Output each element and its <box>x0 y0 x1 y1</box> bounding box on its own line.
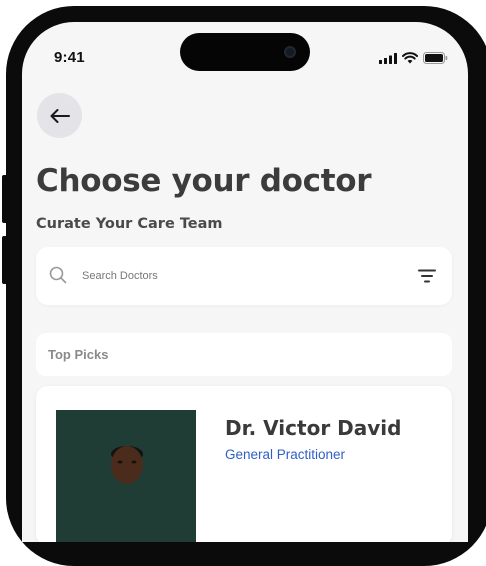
status-icons <box>379 52 448 64</box>
side-button <box>2 175 8 223</box>
app-screen: 9:41 Choose your doctor Curate Your Care… <box>22 22 468 542</box>
doctor-card[interactable]: Dr. Victor David General Practitioner <box>36 386 452 542</box>
page-title: Choose your doctor <box>36 163 372 199</box>
top-picks-section: Top Picks <box>36 333 452 376</box>
signal-icon <box>379 52 397 64</box>
doctor-portrait-image <box>56 410 196 542</box>
doctor-name: Dr. Victor David <box>225 416 402 440</box>
side-button <box>2 236 8 284</box>
wifi-icon <box>402 52 418 64</box>
search-bar[interactable]: Search Doctors <box>36 247 452 305</box>
doctor-photo <box>56 410 196 542</box>
filter-icon[interactable] <box>418 269 436 283</box>
search-input[interactable]: Search Doctors <box>82 270 158 282</box>
page-subtitle: Curate Your Care Team <box>36 216 223 232</box>
status-time: 9:41 <box>54 49 85 66</box>
back-arrow-icon <box>50 108 70 123</box>
top-picks-label: Top Picks <box>48 347 109 362</box>
dynamic-island <box>180 33 310 71</box>
camera-icon <box>284 46 296 58</box>
back-button[interactable] <box>37 93 82 138</box>
search-icon <box>49 266 67 284</box>
battery-icon <box>423 52 448 64</box>
doctor-specialty: General Practitioner <box>225 447 346 462</box>
